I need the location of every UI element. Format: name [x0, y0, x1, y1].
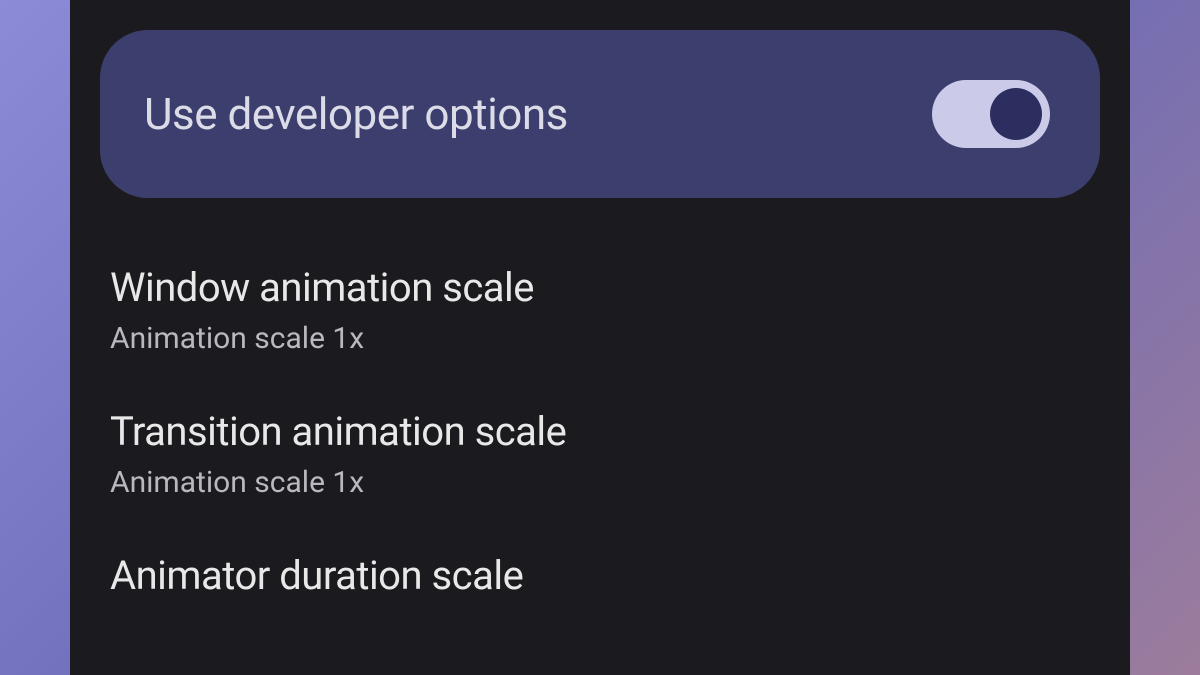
setting-title: Animator duration scale [110, 552, 1090, 594]
transition-animation-scale-item[interactable]: Transition animation scale Animation sca… [70, 382, 1130, 526]
window-animation-scale-item[interactable]: Window animation scale Animation scale 1… [70, 238, 1130, 382]
developer-options-label: Use developer options [144, 88, 568, 140]
settings-screen: Use developer options Window animation s… [70, 0, 1130, 675]
developer-options-switch[interactable] [932, 80, 1050, 148]
setting-subtitle: Animation scale 1x [110, 465, 1090, 500]
settings-list: Window animation scale Animation scale 1… [70, 208, 1130, 634]
setting-subtitle: Animation scale 1x [110, 321, 1090, 356]
animator-duration-scale-item[interactable]: Animator duration scale [70, 526, 1130, 594]
developer-options-toggle-card[interactable]: Use developer options [100, 30, 1100, 198]
setting-title: Window animation scale [110, 264, 1090, 311]
toggle-thumb [990, 88, 1042, 140]
setting-title: Transition animation scale [110, 408, 1090, 455]
